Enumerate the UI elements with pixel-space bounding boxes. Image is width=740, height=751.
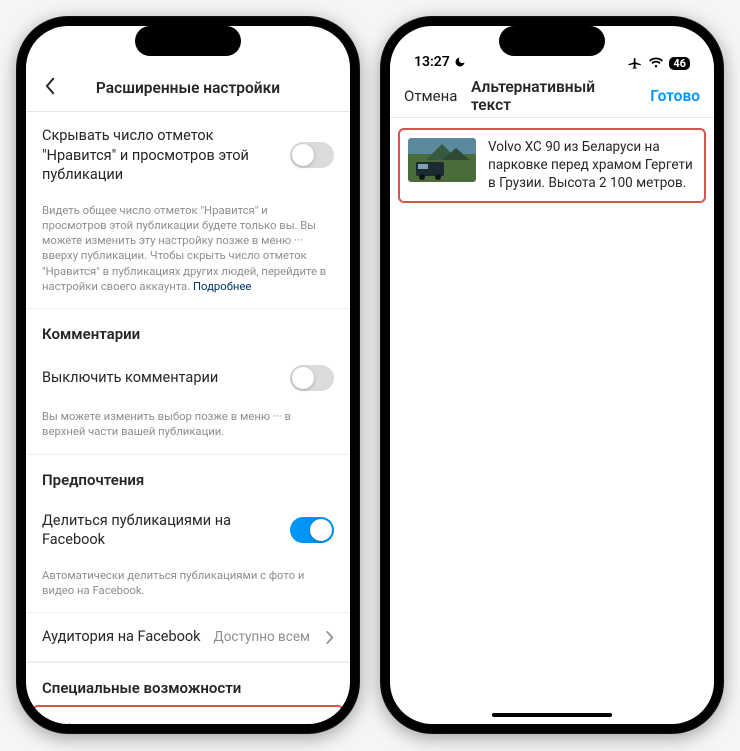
back-button[interactable] <box>40 78 60 98</box>
fb-audience-value: Доступно всем <box>214 629 316 645</box>
add-alt-text-row[interactable]: Добавлять альтернативный текст <box>32 705 344 724</box>
hide-likes-label: Скрывать число отметок "Нравится" и прос… <box>42 126 280 185</box>
phone-frame-left: Расширенные настройки Скрывать число отм… <box>16 16 360 734</box>
hide-likes-row: Скрывать число отметок "Нравится" и прос… <box>26 112 350 199</box>
comments-off-label: Выключить комментарии <box>42 368 218 388</box>
screen-left: Расширенные настройки Скрывать число отм… <box>26 26 350 724</box>
comments-off-row: Выключить комментарии <box>26 351 350 405</box>
airplane-mode-icon <box>628 56 643 70</box>
chevron-left-icon <box>45 77 56 99</box>
nav-title: Расширенные настройки <box>96 79 280 97</box>
dynamic-island <box>499 26 605 56</box>
share-fb-label: Делиться публикациями на Facebook <box>42 511 280 550</box>
nav-title: Альтернативный текст <box>471 78 633 114</box>
done-button[interactable]: Готово <box>650 87 700 105</box>
fb-audience-row[interactable]: Аудитория на Facebook Доступно всем <box>26 613 350 661</box>
do-not-disturb-icon <box>454 56 466 68</box>
home-indicator[interactable] <box>492 713 612 717</box>
settings-content: Скрывать число отметок "Нравится" и прос… <box>26 112 350 724</box>
share-fb-help: Автоматически делиться публикациями с фо… <box>26 564 350 613</box>
battery-indicator: 46 <box>669 57 690 70</box>
fb-audience-label: Аудитория на Facebook <box>42 627 201 647</box>
comments-off-toggle[interactable] <box>290 365 334 391</box>
comments-off-help: Вы можете изменить выбор позже в меню ··… <box>26 405 350 454</box>
wifi-icon <box>648 57 664 69</box>
screen-right: 13:27 46 Отмена Альтернативный текст <box>390 26 714 724</box>
cancel-button[interactable]: Отмена <box>404 87 457 105</box>
alt-text-entry: Volvo XC 90 из Беларуси на парковке пере… <box>398 128 706 203</box>
status-time: 13:27 <box>414 54 450 70</box>
share-fb-row: Делиться публикациями на Facebook <box>26 497 350 564</box>
battery-level: 46 <box>673 58 686 69</box>
add-alt-text-label: Добавлять альтернативный текст <box>44 721 276 724</box>
section-preferences: Предпочтения <box>26 454 350 497</box>
learn-more-link[interactable]: Подробнее <box>193 280 251 293</box>
alt-text-content: Volvo XC 90 из Беларуси на парковке пере… <box>390 118 714 724</box>
alt-text-input[interactable]: Volvo XC 90 из Беларуси на парковке пере… <box>488 138 696 193</box>
section-comments: Комментарии <box>26 308 350 351</box>
phone-frame-right: 13:27 46 Отмена Альтернативный текст <box>380 16 724 734</box>
hide-likes-help-text: Видеть общее число отметок "Нравится" и … <box>42 204 326 293</box>
post-thumbnail[interactable] <box>408 138 476 182</box>
section-accessibility: Специальные возможности <box>26 662 350 705</box>
nav-bar: Расширенные настройки <box>26 64 350 112</box>
dynamic-island <box>135 26 241 56</box>
hide-likes-help: Видеть общее число отметок "Нравится" и … <box>26 199 350 309</box>
hide-likes-toggle[interactable] <box>290 142 334 168</box>
chevron-right-icon <box>326 631 334 644</box>
nav-bar: Отмена Альтернативный текст Готово <box>390 74 714 118</box>
share-fb-toggle[interactable] <box>290 517 334 543</box>
